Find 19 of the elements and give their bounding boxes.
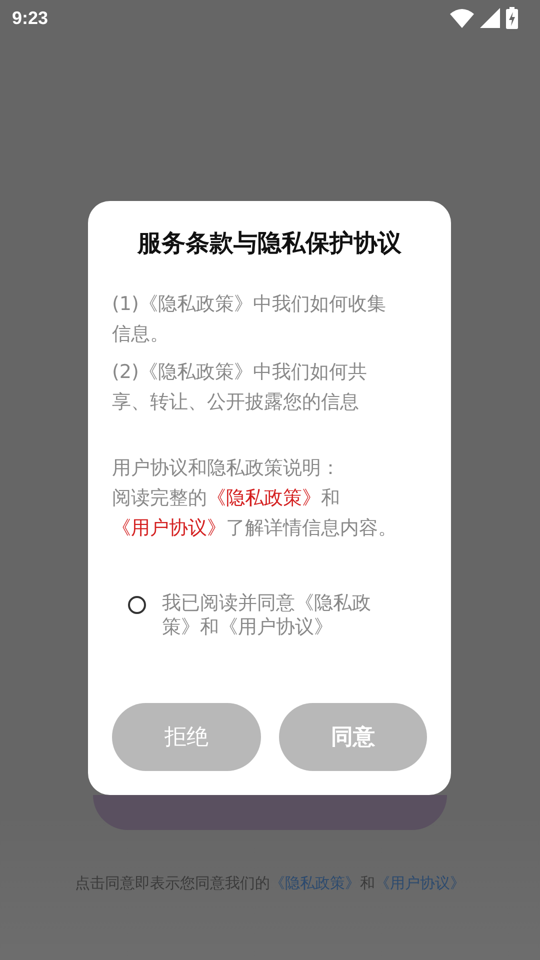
decline-button[interactable]: 拒绝	[112, 703, 260, 771]
text-span: 和	[321, 487, 340, 509]
policy-link[interactable]: 《隐私政策》	[207, 487, 321, 509]
paragraph: 用户协议和隐私政策说明：	[112, 456, 341, 481]
consent-label[interactable]: 我已阅读并同意《隐私政策》和《用户协议》	[162, 591, 398, 639]
paragraph: (1)《隐私政策》中我们如何收集信息。	[112, 292, 387, 347]
policy-link[interactable]: 《用户协议》	[112, 517, 226, 539]
signal-icon	[480, 8, 500, 28]
agree-button[interactable]: 同意	[278, 703, 427, 771]
status-time: 9:23	[12, 8, 48, 28]
battery-charging-icon	[506, 7, 518, 29]
radio-button[interactable]	[128, 596, 146, 614]
text-span: 了解详情信息内容。	[226, 517, 397, 539]
wifi-icon	[450, 8, 474, 28]
text-span: 阅读完整的	[112, 487, 207, 509]
dialog-title: 服务条款与隐私保护协议	[136, 228, 402, 259]
paragraph: (2)《隐私政策》中我们如何共享、转让、公开披露您的信息	[112, 360, 368, 415]
policy-link[interactable]: 《用户协议》	[375, 874, 465, 892]
policy-link[interactable]: 《隐私政策》	[270, 874, 360, 892]
